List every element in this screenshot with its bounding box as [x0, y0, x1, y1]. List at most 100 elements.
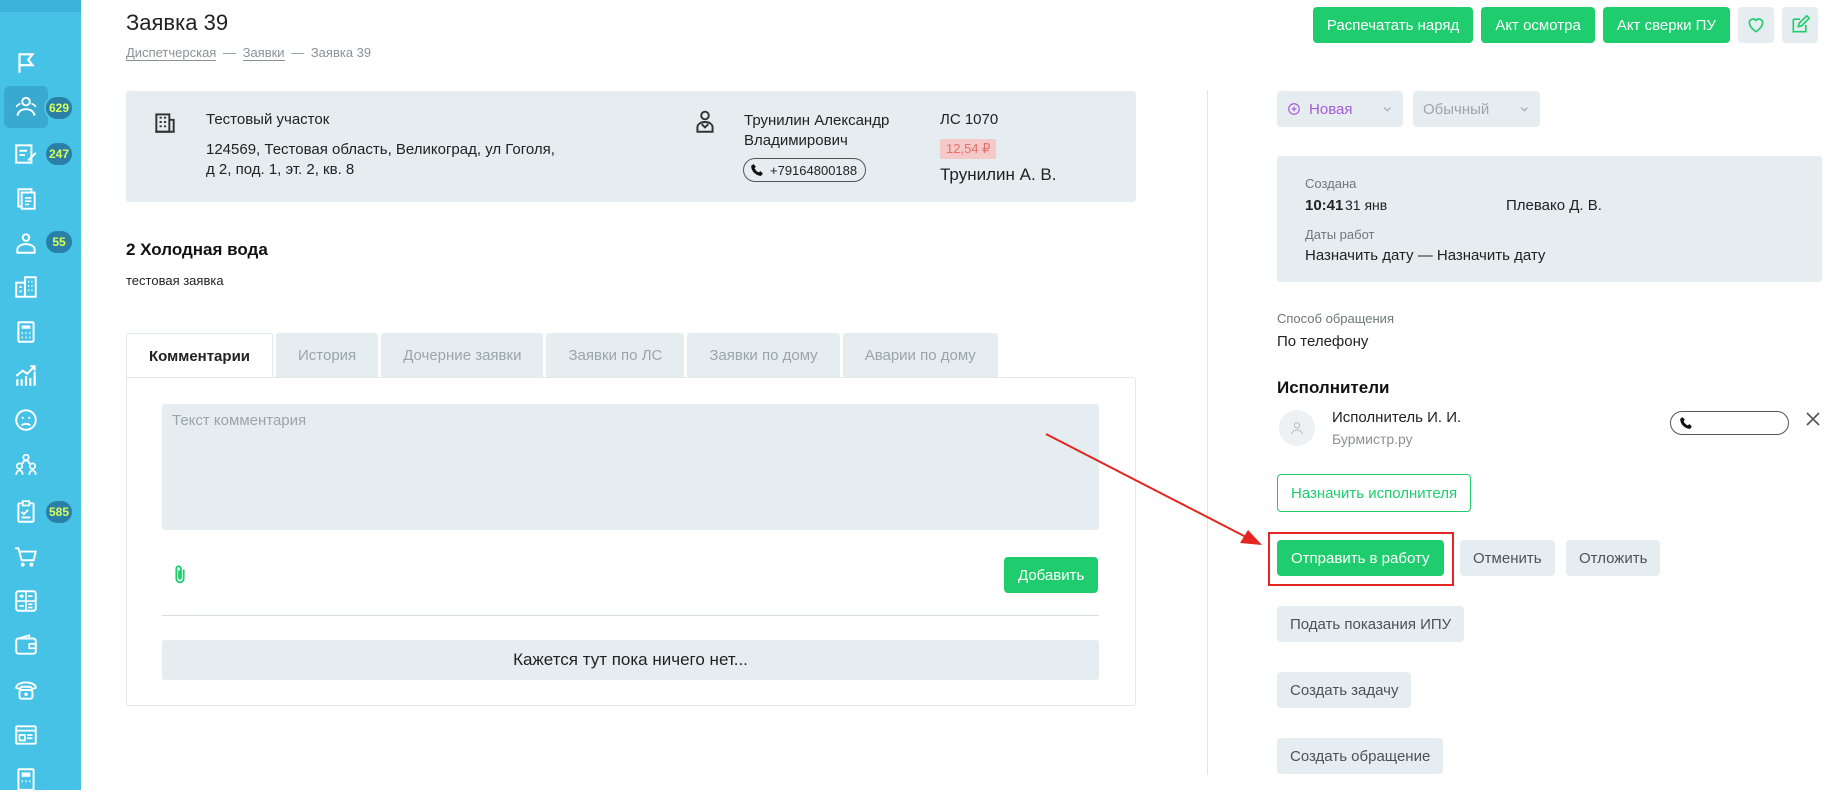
sidebar-item-calculator[interactable] — [4, 311, 48, 353]
sidebar-badge-edit: 247 — [44, 141, 74, 167]
sidebar-item-complaints[interactable] — [4, 399, 48, 441]
priority-select[interactable]: Обычный — [1413, 91, 1540, 127]
sidebar-item-requests[interactable] — [4, 86, 48, 128]
sidebar-item-analytics[interactable] — [4, 355, 48, 397]
chart-icon — [15, 365, 36, 386]
account-number: ЛС 1070 — [940, 111, 999, 128]
sidebar-badge-dispatcher: 55 — [44, 229, 74, 255]
owner-full-name: Трунилин Александр Владимирович — [744, 111, 914, 151]
add-comment-button[interactable]: Добавить — [1004, 557, 1099, 593]
sidebar-item-flag[interactable] — [4, 42, 48, 84]
sidebar-item-staff[interactable] — [4, 444, 48, 486]
location-name: Тестовый участок — [206, 111, 330, 128]
sidebar-item-documents[interactable] — [4, 178, 48, 220]
plus-circle-icon — [1288, 103, 1300, 115]
print-order-button[interactable]: Распечатать наряд — [1312, 7, 1474, 43]
inspection-act-button[interactable]: Акт осмотра — [1481, 7, 1595, 43]
tab-child-requests[interactable]: Дочерние заявки — [381, 333, 544, 377]
browser-icon — [15, 725, 37, 745]
top-actions: Распечатать наряд Акт осмотра Акт сверки… — [1312, 7, 1818, 43]
close-icon[interactable] — [1804, 410, 1822, 428]
assign-executor-button[interactable]: Назначить исполнителя — [1277, 474, 1472, 512]
telephone-icon — [15, 681, 37, 700]
breadcrumb-requests-link[interactable]: Заявки — [242, 45, 285, 61]
created-time: 10:41 — [1305, 197, 1344, 214]
sad-face-icon — [15, 409, 37, 431]
comment-input[interactable] — [162, 404, 1099, 530]
flag-icon — [18, 53, 35, 73]
address-line-1: 124569, Тестовая область, Великоград, ул… — [206, 141, 555, 158]
create-appeal-button[interactable]: Создать обращение — [1277, 738, 1444, 774]
cancel-button[interactable]: Отменить — [1460, 540, 1555, 576]
page-title: Заявка 39 — [126, 10, 229, 35]
calculator-icon — [17, 321, 35, 343]
issue-description: тестовая заявка — [126, 273, 224, 288]
sidebar-item-shop[interactable] — [4, 536, 48, 578]
comments-panel: Добавить Кажется тут пока ничего нет... — [126, 377, 1136, 706]
sidebar-item-wallet[interactable] — [4, 624, 48, 666]
owner-phone-number: +79164800188 — [770, 162, 858, 178]
submit-readings-button[interactable]: Подать показания ИПУ — [1277, 606, 1465, 642]
sidebar: 629 247 55 585 — [0, 0, 81, 791]
sidebar-item-dispatcher[interactable] — [4, 222, 48, 264]
reconciliation-act-button[interactable]: Акт сверки ПУ — [1602, 7, 1730, 43]
address-info-card: Тестовый участок 124569, Тестовая област… — [126, 91, 1136, 202]
work-dates-label: Даты работ — [1305, 227, 1375, 242]
avatar — [1279, 410, 1315, 446]
sidebar-item-tasks[interactable] — [4, 491, 48, 533]
tab-house-emergencies[interactable]: Аварии по дому — [842, 333, 998, 377]
building-icon — [155, 113, 175, 133]
created-by: Плевако Д. В. — [1506, 197, 1602, 214]
executor-phone[interactable] — [1670, 411, 1789, 435]
dispatcher-icon — [16, 233, 36, 254]
phone-icon — [751, 164, 763, 176]
meter-icon — [17, 768, 35, 791]
created-label: Создана — [1305, 176, 1357, 191]
staff-icon — [15, 453, 37, 475]
breadcrumb-dispatcher-link[interactable]: Диспетчерская — [126, 45, 217, 61]
clipboard-check-icon — [17, 500, 35, 523]
wallet-icon — [15, 634, 37, 655]
sidebar-badge-requests: 629 — [44, 95, 74, 121]
sidebar-item-edit[interactable] — [4, 133, 48, 175]
send-to-work-button[interactable]: Отправить в работу — [1277, 540, 1444, 576]
tab-history[interactable]: История — [276, 333, 379, 377]
edit-button[interactable] — [1782, 7, 1818, 43]
vertical-divider — [1207, 90, 1208, 775]
create-task-button[interactable]: Создать задачу — [1277, 672, 1412, 708]
breadcrumb-separator: — — [291, 45, 305, 60]
sidebar-item-calls[interactable] — [4, 669, 48, 711]
paperclip-icon[interactable] — [169, 562, 191, 588]
cart-icon — [15, 547, 37, 567]
address: 124569, Тестовая область, Великоград, ул… — [206, 140, 586, 180]
empty-state: Кажется тут пока ничего нет... — [162, 640, 1099, 680]
tab-account-requests[interactable]: Заявки по ЛС — [546, 333, 685, 377]
tab-comments[interactable]: Комментарии — [126, 333, 274, 378]
owner-person-icon — [696, 110, 714, 133]
address-line-2: д 2, под. 1, эт. 2, кв. 8 — [206, 161, 355, 178]
executor-organization: Бурмистр.ру — [1332, 431, 1413, 447]
executor-name: Исполнитель И. И. — [1332, 409, 1462, 426]
documents-icon — [17, 188, 36, 210]
owner-name-line-1: Трунилин Александр — [744, 112, 890, 129]
users-group-icon — [15, 96, 37, 116]
buildings-icon — [15, 276, 37, 298]
favorite-button[interactable] — [1738, 7, 1774, 43]
postpone-button[interactable]: Отложить — [1566, 540, 1661, 576]
work-dates-value[interactable]: Назначить дату — Назначить дату — [1305, 247, 1545, 264]
sidebar-item-accounting[interactable] — [4, 580, 48, 622]
edit-icon — [1792, 15, 1810, 33]
phone-icon — [1680, 417, 1692, 429]
sidebar-item-buildings[interactable] — [4, 266, 48, 308]
chevron-down-icon — [1384, 107, 1392, 112]
owner-phone[interactable]: +79164800188 — [743, 158, 867, 182]
request-meta-card: Создана 10:41 31 янв Плевако Д. В. Даты … — [1277, 156, 1822, 282]
tabs: Комментарии История Дочерние заявки Заяв… — [126, 333, 998, 378]
tab-house-requests[interactable]: Заявки по дому — [687, 333, 840, 377]
breadcrumb: Диспетчерская — Заявки — Заявка 39 — [126, 45, 371, 61]
sidebar-item-counters[interactable] — [4, 758, 48, 800]
owner-short-name: Трунилин А. В. — [940, 165, 1057, 184]
sidebar-item-website[interactable] — [4, 714, 48, 756]
edit-list-icon — [15, 144, 37, 164]
status-select[interactable]: Новая — [1277, 91, 1403, 127]
